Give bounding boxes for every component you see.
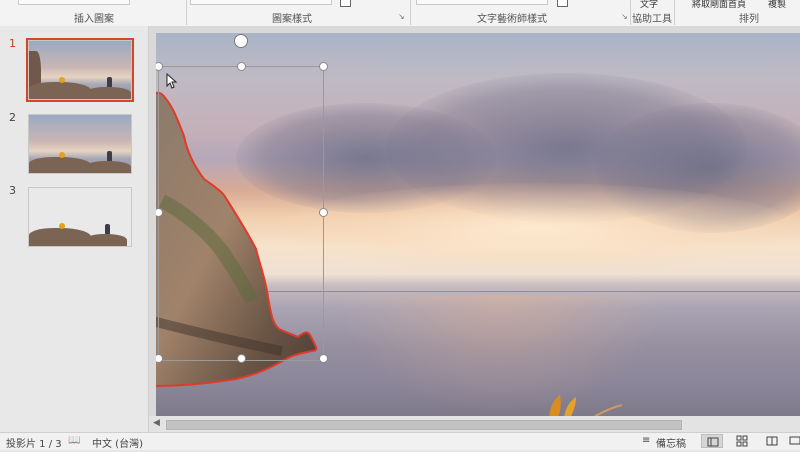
thumbnail-flower [59, 152, 65, 158]
resize-handle-top[interactable] [237, 62, 246, 71]
horizontal-scrollbar[interactable]: ◀ [149, 416, 800, 432]
resize-handle-top-right[interactable] [319, 62, 328, 71]
rotate-handle-icon[interactable] [234, 34, 248, 48]
sunset-glow [276, 183, 796, 273]
thumbnail-flower [59, 223, 65, 229]
notes-button[interactable]: 備忘稿 [656, 435, 686, 450]
dialog-launcher-icon[interactable]: ↘ [398, 12, 405, 21]
language-indicator[interactable]: 中文 (台灣) [92, 435, 143, 450]
slide-editor: ◀ [149, 26, 800, 432]
selection-pane-label[interactable]: 將取剛面首頁 [692, 0, 746, 10]
thumbnail-rock [29, 228, 91, 246]
shape-style-icon[interactable] [340, 0, 351, 7]
scroll-left-icon[interactable]: ◀ [153, 418, 160, 428]
thumbnail-person [107, 77, 112, 87]
mouse-pointer-icon [166, 73, 178, 89]
resize-handle-bottom[interactable] [237, 354, 246, 363]
group-divider [674, 0, 675, 25]
slide-thumbnail-2[interactable] [28, 114, 132, 174]
slide-thumbnail-pane: 1 2 3 [0, 26, 149, 432]
ribbon: 文字 將取剛面首頁 複製 插入圖案 圖案樣式 ↘ 文字藝術師樣式 ↘ 協助工具 … [0, 0, 800, 27]
status-bar: 投影片 1 / 3 📖 中文 (台灣) ≡ 備忘稿 [0, 432, 800, 450]
dialog-launcher-icon[interactable]: ↘ [621, 12, 628, 21]
text-tools-label[interactable]: 文字 [640, 0, 658, 10]
slide-number: 3 [9, 184, 16, 197]
thumbnail-person [107, 151, 112, 161]
slideshow-button[interactable] [788, 434, 800, 448]
group-label-fragment[interactable]: 複製 [768, 0, 786, 10]
slideshow-icon [789, 436, 800, 445]
wordart-styles-group-label: 文字藝術師樣式 [477, 14, 547, 25]
scrollbar-thumb[interactable] [166, 420, 682, 430]
thumbnail-rock [87, 161, 131, 173]
reading-view-icon [766, 436, 778, 446]
thumbnail-rock [87, 234, 127, 246]
shape-fill-box[interactable] [190, 0, 332, 5]
resize-handle-bottom-right[interactable] [319, 354, 328, 363]
wordart-gallery-box[interactable] [416, 0, 548, 5]
slide-number: 2 [9, 111, 16, 124]
accessibility-group-label: 協助工具 [632, 14, 672, 25]
arrange-group-label: 排列 [739, 14, 759, 25]
thumbnail-rock [29, 82, 91, 99]
slide-thumbnail-1[interactable] [26, 38, 134, 102]
normal-view-button[interactable] [701, 434, 723, 448]
thumbnail-rock [87, 87, 131, 99]
group-divider [410, 0, 411, 25]
selection-frame [158, 66, 324, 361]
notes-icon[interactable]: ≡ [642, 435, 650, 446]
slide-counter[interactable]: 投影片 1 / 3 [6, 435, 62, 450]
thumbnail-rock [29, 157, 91, 173]
slide-sorter-button[interactable] [731, 434, 753, 448]
thumbnail-person [105, 224, 110, 234]
slide-canvas[interactable] [156, 33, 800, 416]
slide-sorter-icon [736, 435, 748, 447]
reading-view-button[interactable] [761, 434, 783, 448]
normal-view-icon [707, 437, 719, 447]
group-divider [186, 0, 187, 25]
spellcheck-icon[interactable]: 📖 [68, 435, 80, 446]
leaves-decoration [549, 395, 623, 416]
thumbnail-flower [59, 77, 65, 83]
group-divider [630, 0, 631, 25]
shape-styles-group-label: 圖案樣式 [272, 14, 312, 25]
shape-gallery-box[interactable] [18, 0, 130, 5]
text-fill-icon[interactable] [557, 0, 568, 7]
insert-shapes-group-label: 插入圖案 [74, 14, 114, 25]
slide-number: 1 [9, 37, 16, 50]
slide-thumbnail-3[interactable] [28, 187, 132, 247]
resize-handle-right[interactable] [319, 208, 328, 217]
